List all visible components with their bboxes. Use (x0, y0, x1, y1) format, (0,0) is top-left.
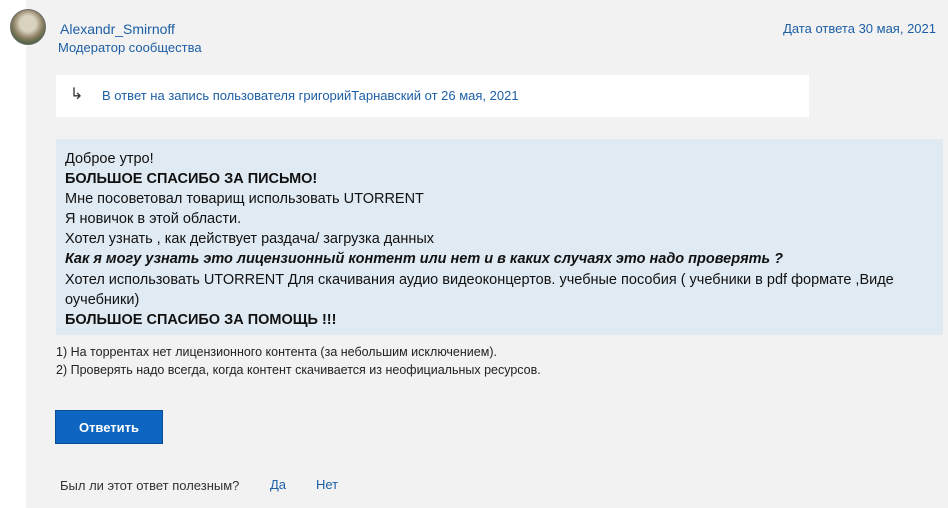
helpful-question: Был ли этот ответ полезным? (60, 478, 240, 493)
author-role: Модератор сообщества (58, 40, 202, 55)
answer-line: 1) На торрентах нет лицензионного контен… (56, 345, 497, 359)
reply-reference: ↳ В ответ на запись пользователя григори… (56, 75, 809, 117)
quote-line: Хотел узнать , как действует раздача/ за… (65, 231, 435, 248)
quote-line: Как я могу узнать это лицензионный конте… (65, 251, 783, 268)
avatar[interactable] (10, 9, 46, 45)
quote-line: оучебники) (65, 291, 140, 308)
answer-date: Дата ответа 30 мая, 2021 (783, 21, 936, 36)
quoted-message: Доброе утро! БОЛЬШОЕ СПАСИБО ЗА ПИСЬМО! … (56, 139, 943, 335)
quote-line: Мне посоветовал товарищ использовать UTO… (65, 191, 424, 208)
quote-line: Хотел использовать UTORRENT Для скачиван… (65, 271, 894, 288)
left-gutter (0, 0, 26, 508)
reply-arrow-icon: ↳ (70, 86, 84, 103)
quote-line: БОЛЬШОЕ СПАСИБО ЗА ПОМОЩЬ !!! (65, 311, 337, 328)
author-name[interactable]: Alexandr_Smirnoff (60, 20, 175, 38)
helpful-yes-link[interactable]: Да (270, 477, 286, 493)
answer-body: 1) На торрентах нет лицензионного контен… (56, 343, 541, 379)
quote-line: Я новичок в этой области. (65, 211, 242, 228)
answer-card: Alexandr_Smirnoff Модератор сообщества Д… (0, 0, 948, 508)
reply-button[interactable]: Ответить (55, 410, 163, 444)
helpful-no-link[interactable]: Нет (316, 477, 338, 493)
quote-line: БОЛЬШОЕ СПАСИБО ЗА ПИСЬМО! (65, 171, 318, 188)
quote-line: Доброе утро! (65, 151, 154, 167)
reply-reference-link[interactable]: В ответ на запись пользователя григорийТ… (102, 88, 519, 104)
answer-line: 2) Проверять надо всегда, когда контент … (56, 363, 541, 377)
